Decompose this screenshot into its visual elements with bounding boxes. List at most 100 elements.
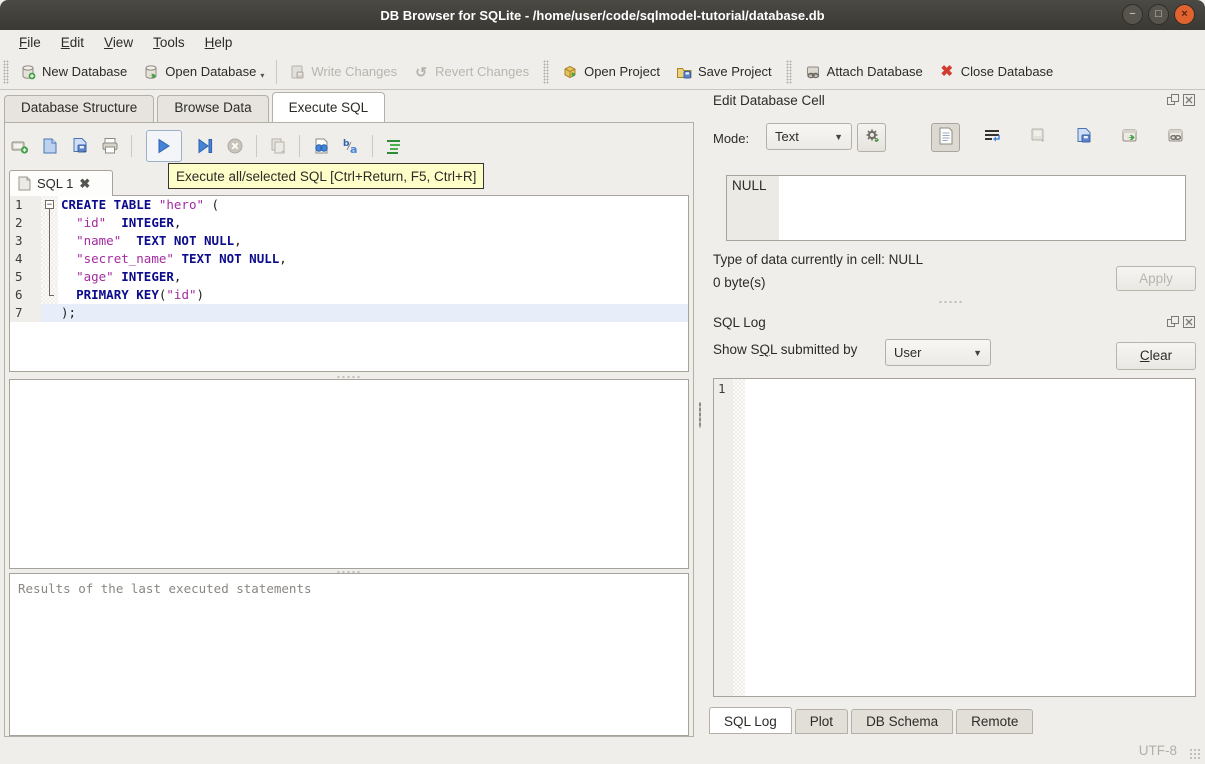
code-line[interactable]: 2 "id" INTEGER, <box>10 214 688 232</box>
log-line-number: 1 <box>714 379 733 696</box>
text-view-button[interactable] <box>931 123 960 152</box>
menu-help[interactable]: Help <box>196 33 242 52</box>
sql-editor-toolbar: ba <box>11 128 403 164</box>
app-window: DB Browser for SQLite - /home/user/code/… <box>0 0 1205 764</box>
minimize-button[interactable]: − <box>1122 4 1143 25</box>
svg-text:a: a <box>350 143 357 155</box>
print-sql-button[interactable] <box>101 137 119 155</box>
execute-sql-icon <box>155 137 173 155</box>
open-external-icon <box>1121 127 1139 148</box>
menu-view[interactable]: View <box>95 33 142 52</box>
clear-log-button[interactable]: Clear <box>1116 342 1196 370</box>
float-panel-icon[interactable] <box>1167 94 1179 106</box>
tab-execute-sql[interactable]: Execute SQL <box>271 92 386 122</box>
code-line[interactable]: 3 "name" TEXT NOT NULL, <box>10 232 688 250</box>
fold-margin[interactable] <box>41 196 58 214</box>
find-replace-button[interactable]: ba <box>342 137 360 156</box>
save-project-button[interactable]: Save Project <box>668 60 780 84</box>
stop-execution-button[interactable] <box>226 137 244 155</box>
toolbar-separator <box>256 135 257 157</box>
resize-grip[interactable] <box>1189 748 1201 760</box>
chevron-down-icon: ▼ <box>834 131 843 142</box>
toolbar-drag-handle[interactable] <box>3 59 9 84</box>
new-database-icon <box>20 64 36 80</box>
apply-button[interactable]: Apply <box>1116 266 1196 291</box>
attach-database-button[interactable]: Attach Database <box>797 60 931 84</box>
execute-line-button[interactable] <box>196 137 214 155</box>
tab-browse-data[interactable]: Browse Data <box>157 95 269 122</box>
close-panel-icon[interactable] <box>1183 94 1195 106</box>
execute-sql-button[interactable] <box>146 130 182 162</box>
title-bar[interactable]: DB Browser for SQLite - /home/user/code/… <box>0 0 1205 30</box>
menu-bar: File Edit View Tools Help <box>0 30 1205 54</box>
cell-value-editor[interactable]: NULL <box>726 175 1186 241</box>
import-button[interactable] <box>1023 123 1052 152</box>
code-line[interactable]: 7); <box>10 304 688 322</box>
log-filter-select[interactable]: User ▼ <box>885 339 991 366</box>
menu-file[interactable]: File <box>10 33 50 52</box>
float-panel-icon[interactable] <box>1167 316 1179 328</box>
fold-margin <box>41 250 58 268</box>
sql-code-editor[interactable]: 1CREATE TABLE "hero" (2 "id" INTEGER,3 "… <box>9 195 689 372</box>
menu-edit[interactable]: Edit <box>52 33 93 52</box>
close-panel-icon[interactable] <box>1183 316 1195 328</box>
dock-tab-sql-log[interactable]: SQL Log <box>709 707 792 734</box>
write-changes-button[interactable]: Write Changes <box>281 60 405 84</box>
find-button[interactable] <box>312 137 330 155</box>
new-database-button[interactable]: New Database <box>12 60 135 84</box>
sql-file-tab[interactable]: SQL 1 ✖ <box>9 170 113 196</box>
log-text-area[interactable] <box>745 379 1195 696</box>
results-placeholder: Results of the last executed statements <box>18 581 312 596</box>
document-icon <box>938 127 954 148</box>
menu-tools[interactable]: Tools <box>144 33 194 52</box>
word-wrap-button[interactable] <box>977 123 1006 152</box>
code-line[interactable]: 6 PRIMARY KEY("id") <box>10 286 688 304</box>
toolbar-drag-handle[interactable] <box>785 59 792 84</box>
word-wrap-icon <box>984 128 1000 147</box>
code-line[interactable]: 4 "secret_name" TEXT NOT NULL, <box>10 250 688 268</box>
vertical-splitter[interactable] <box>696 92 704 737</box>
format-sql-button[interactable] <box>385 137 403 155</box>
sql-log-pane[interactable]: 1 <box>713 378 1196 697</box>
copy-link-button[interactable] <box>1161 123 1190 152</box>
encoding-indicator[interactable]: UTF-8 <box>1139 743 1177 758</box>
results-message-pane[interactable]: Results of the last executed statements <box>9 573 689 736</box>
window-title: DB Browser for SQLite - /home/user/code/… <box>380 7 825 23</box>
dock-splitter[interactable] <box>938 301 964 303</box>
save-sql-file-button[interactable] <box>71 137 89 155</box>
sql-file-tab-label: SQL 1 <box>37 176 74 191</box>
dock-tab-remote[interactable]: Remote <box>956 709 1034 734</box>
save-as-button[interactable] <box>1069 123 1098 152</box>
code-line[interactable]: 1CREATE TABLE "hero" ( <box>10 196 688 214</box>
dock-tab-db-schema[interactable]: DB Schema <box>851 709 954 734</box>
auto-apply-button[interactable] <box>857 123 886 152</box>
fold-margin <box>41 232 58 250</box>
sql-file-icon <box>18 176 31 191</box>
line-number: 4 <box>10 250 41 268</box>
results-grid-pane[interactable] <box>9 379 689 569</box>
execute-sql-panel: ba SQL 1 ✖ 1CREATE TABLE "hero" (2 "id" … <box>4 122 694 737</box>
close-tab-icon[interactable]: ✖ <box>79 176 90 192</box>
open-database-dropdown-icon[interactable]: ▾ <box>260 71 264 80</box>
status-bar: UTF-8 <box>0 737 1205 764</box>
dock-tab-plot[interactable]: Plot <box>794 709 849 734</box>
cell-editor-area[interactable] <box>779 176 1185 240</box>
save-results-button[interactable] <box>269 137 287 155</box>
toolbar-drag-handle[interactable] <box>543 59 550 84</box>
open-external-button[interactable] <box>1115 123 1144 152</box>
code-line[interactable]: 5 "age" INTEGER, <box>10 268 688 286</box>
tab-database-structure[interactable]: Database Structure <box>4 95 155 122</box>
close-button[interactable]: × <box>1174 4 1195 25</box>
edit-cell-dock-buttons <box>1167 94 1195 106</box>
open-project-button[interactable]: Open Project <box>554 60 668 84</box>
open-database-button[interactable]: Open Database ▾ <box>135 60 272 84</box>
maximize-button[interactable]: □ <box>1148 4 1169 25</box>
chevron-down-icon: ▼ <box>973 347 982 358</box>
mode-select[interactable]: Text ▼ <box>766 123 852 150</box>
toolbar-separator <box>299 135 300 157</box>
tooltip: Execute all/selected SQL [Ctrl+Return, F… <box>168 163 485 189</box>
open-sql-file-button[interactable] <box>41 137 59 155</box>
close-database-button[interactable]: ✖ Close Database <box>931 60 1062 84</box>
open-new-tab-button[interactable] <box>11 137 29 155</box>
revert-changes-button[interactable]: ↺ Revert Changes <box>405 60 537 84</box>
